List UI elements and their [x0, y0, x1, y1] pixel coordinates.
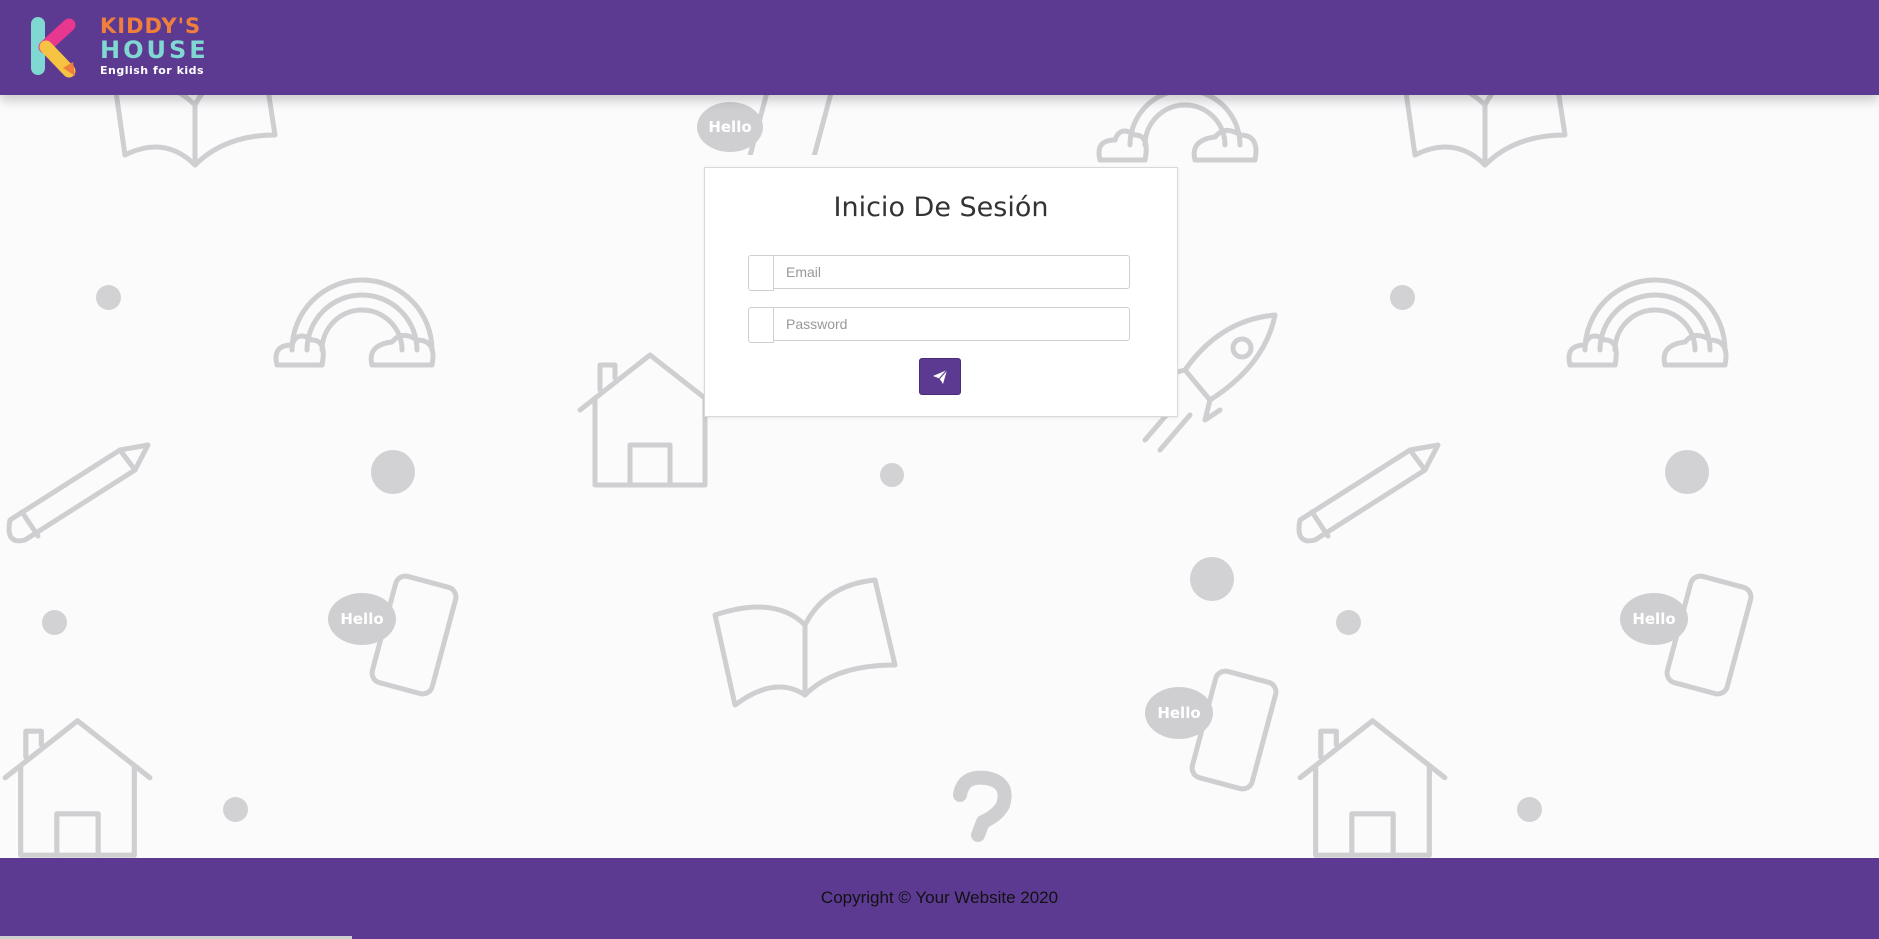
hello-speech-bubble: Hello: [328, 593, 396, 645]
decorative-dot: [371, 450, 415, 494]
book-icon: [1403, 95, 1568, 168]
submit-button[interactable]: [919, 358, 961, 395]
decorative-dot: [1517, 797, 1542, 822]
login-title: Inicio De Sesión: [833, 192, 1049, 223]
logo-line-house: HOUSE: [100, 36, 209, 64]
decorative-dot: [223, 797, 248, 822]
login-card: Inicio De Sesión: [704, 167, 1178, 417]
rainbow-icon: [1096, 95, 1259, 163]
decorative-dot: [1665, 450, 1709, 494]
email-addon: [748, 255, 774, 291]
house-icon: [577, 352, 723, 488]
logo-wordmark: KIDDY'S HOUSE English for kids: [100, 14, 209, 77]
logo-k-mark-icon: [31, 17, 76, 78]
password-input[interactable]: [773, 307, 1130, 341]
hello-speech-bubble: Hello: [697, 102, 763, 152]
email-field-group: [748, 255, 1133, 291]
paper-plane-icon: [933, 369, 948, 384]
hello-speech-bubble: Hello: [1145, 687, 1213, 739]
email-input[interactable]: [773, 255, 1130, 289]
decorative-dot: [1190, 557, 1234, 601]
password-field-group: [748, 307, 1133, 343]
decorative-dot: [96, 285, 121, 310]
rainbow-icon: [1566, 277, 1729, 368]
copyright-text: Copyright © Your Website 2020: [820, 888, 1059, 907]
hello-speech-bubble: Hello: [1620, 593, 1688, 645]
logo-tagline: English for kids: [100, 64, 205, 77]
rainbow-icon: [273, 277, 436, 368]
pencil-icon: [1296, 442, 1441, 544]
question-mark-icon: [953, 770, 1012, 842]
decorative-dot: [42, 610, 67, 635]
password-addon: [748, 307, 774, 343]
house-icon: [1297, 718, 1448, 858]
house-icon: [2, 718, 153, 858]
kiddys-house-logo[interactable]: KIDDY'S HOUSE English for kids: [29, 16, 209, 78]
book-icon: [712, 577, 898, 708]
site-header: KIDDY'S HOUSE English for kids: [0, 0, 1879, 95]
pencil-icon: [6, 442, 151, 544]
site-footer: Copyright © Your Website 2020: [0, 858, 1879, 939]
decorative-dot: [1390, 285, 1415, 310]
book-icon: [113, 95, 278, 168]
logo-line-kiddys: KIDDY'S: [100, 14, 202, 38]
decorative-dot: [1336, 610, 1361, 635]
decorative-dot: [880, 463, 904, 487]
